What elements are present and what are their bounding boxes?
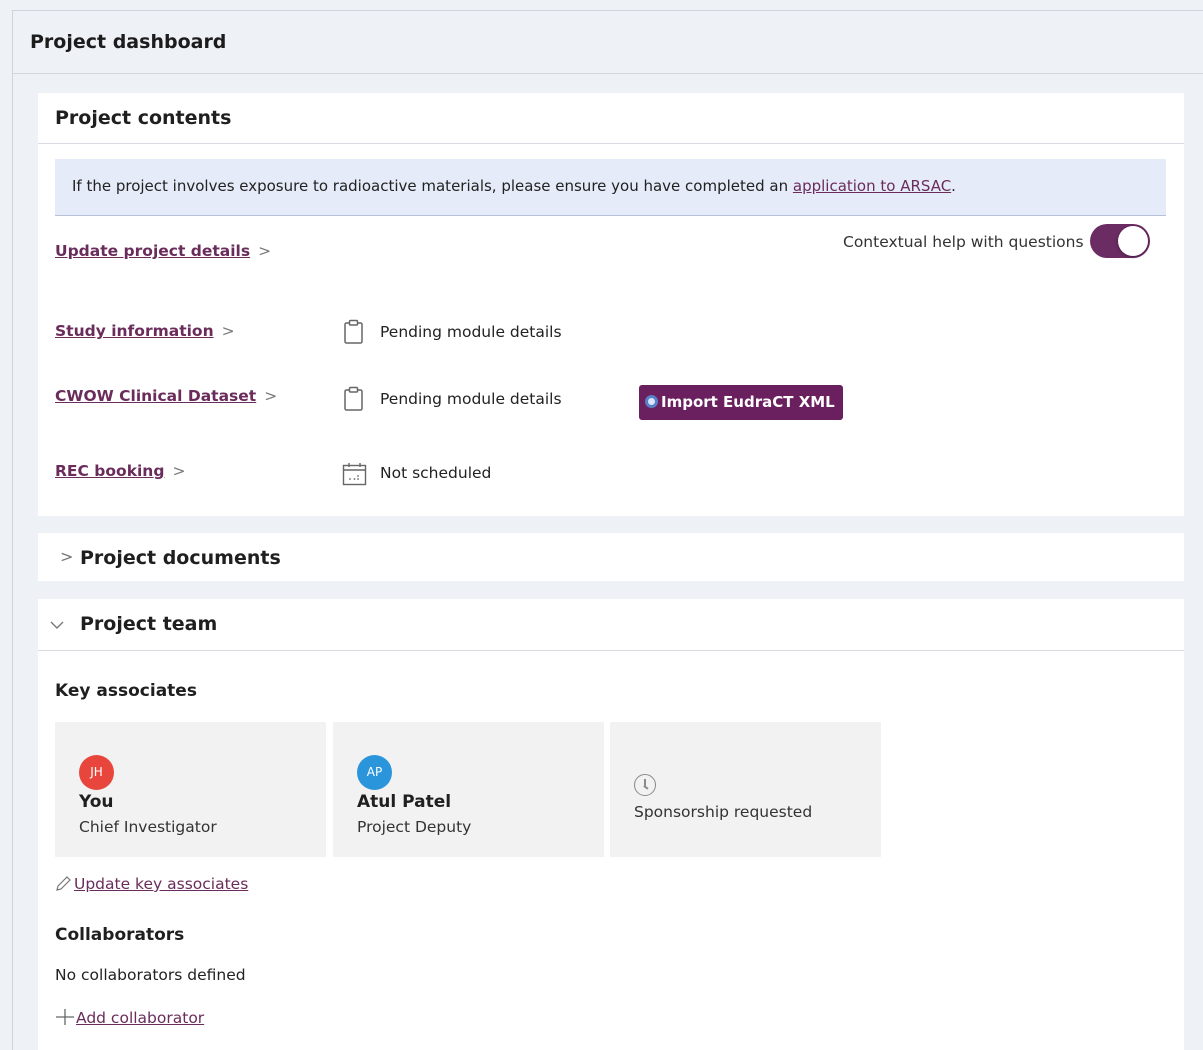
project-team-section: Project team Key associates JH You Chief…	[38, 599, 1184, 1050]
study-information-link[interactable]: Study information >	[55, 322, 235, 340]
study-information-status: Pending module details	[380, 323, 562, 341]
collaborators-heading: Collaborators	[55, 925, 185, 945]
chevron-right-icon: >	[172, 462, 186, 480]
import-icon	[645, 395, 658, 408]
page-title: Project dashboard	[13, 11, 1203, 74]
associate-card: JH You Chief Investigator	[55, 722, 326, 857]
import-eudract-xml-button[interactable]: Import EudraCT XML	[639, 385, 843, 420]
chevron-right-icon: >	[258, 242, 272, 260]
calendar-icon	[342, 463, 367, 486]
associate-name: Atul Patel	[357, 792, 452, 812]
notice-suffix: .	[951, 177, 956, 195]
project-documents-title[interactable]: Project documents	[80, 547, 281, 569]
project-contents-card: Project contents If the project involves…	[38, 93, 1184, 516]
arsac-application-link[interactable]: application to ARSAC	[793, 177, 951, 195]
update-project-details-label: Update project details	[55, 242, 251, 260]
update-key-associates[interactable]: Update key associates	[55, 875, 248, 893]
collaborators-empty-text: No collaborators defined	[55, 966, 246, 984]
associate-card: AP Atul Patel Project Deputy	[333, 722, 604, 857]
project-documents-section[interactable]: > Project documents	[38, 533, 1184, 581]
chevron-right-icon: >	[221, 322, 235, 340]
cwow-clinical-dataset-link[interactable]: CWOW Clinical Dataset >	[55, 387, 277, 405]
contextual-help-label: Contextual help with questions	[843, 233, 1084, 251]
study-information-label: Study information	[55, 322, 214, 340]
cwow-clinical-dataset-status: Pending module details	[380, 390, 562, 408]
rec-booking-label: REC booking	[55, 462, 165, 480]
associate-role: Project Deputy	[357, 818, 472, 836]
project-contents-title: Project contents	[38, 93, 1184, 144]
sponsorship-card: Sponsorship requested	[610, 722, 881, 857]
associate-name: You	[79, 792, 114, 812]
cwow-clinical-dataset-label: CWOW Clinical Dataset	[55, 387, 257, 405]
associate-role: Chief Investigator	[79, 818, 217, 836]
pencil-icon	[56, 876, 71, 891]
chevron-right-icon[interactable]: >	[60, 547, 73, 566]
project-team-header[interactable]: Project team	[38, 599, 1184, 651]
avatar: AP	[357, 755, 392, 790]
chevron-down-icon[interactable]	[50, 620, 64, 630]
clipboard-icon	[344, 386, 363, 411]
update-project-details-link[interactable]: Update project details >	[55, 242, 271, 260]
update-key-associates-link[interactable]: Update key associates	[74, 875, 248, 893]
clock-icon	[634, 774, 656, 796]
sponsorship-status: Sponsorship requested	[634, 803, 813, 821]
key-associates-heading: Key associates	[55, 681, 197, 701]
rec-booking-status: Not scheduled	[380, 464, 492, 482]
chevron-right-icon: >	[264, 387, 278, 405]
clipboard-icon	[344, 319, 363, 344]
add-collaborator-link[interactable]: Add collaborator	[76, 1009, 204, 1027]
contextual-help-toggle[interactable]	[1090, 224, 1150, 258]
import-button-label: Import EudraCT XML	[661, 393, 835, 411]
add-collaborator[interactable]: Add collaborator	[55, 1008, 204, 1027]
arsac-notice: If the project involves exposure to radi…	[55, 159, 1166, 216]
avatar: JH	[79, 755, 114, 790]
dashboard-frame: Project dashboard Project contents If th…	[12, 10, 1203, 1050]
notice-text: If the project involves exposure to radi…	[72, 177, 793, 195]
plus-icon	[56, 1009, 74, 1025]
toggle-knob	[1118, 226, 1148, 256]
project-team-title: Project team	[80, 613, 218, 635]
rec-booking-link[interactable]: REC booking >	[55, 462, 185, 480]
